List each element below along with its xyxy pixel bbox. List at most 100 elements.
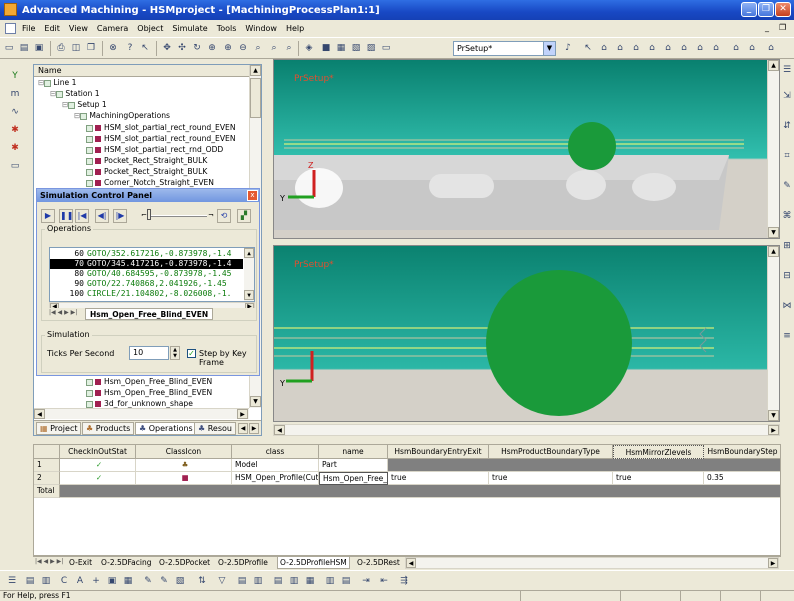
filter-f-icon[interactable]: ⌂ (678, 42, 690, 54)
grid-tool-icon[interactable]: ▣ (106, 575, 118, 587)
view-front-icon[interactable]: ■ (320, 42, 332, 54)
grid-tool-icon[interactable]: ▤ (272, 575, 284, 587)
mz-tool-icon[interactable]: m (9, 88, 21, 100)
grid-tool-icon[interactable]: ⇅ (196, 575, 208, 587)
tab-project[interactable]: ▦ Project (36, 422, 82, 435)
step-by-keyframe-checkbox[interactable]: ✓ (187, 349, 196, 358)
tree-item[interactable]: Hsm_Open_Free_Blind_EVEN (86, 377, 212, 387)
operation-row[interactable]: 90 GOTO/22.740868,2.041926,-1.45 (50, 279, 243, 289)
tab-scroll-right-icon[interactable]: ▶ (249, 423, 259, 434)
menu-view[interactable]: View (69, 24, 88, 33)
sheet-tab[interactable]: O-2.5DProfile (216, 557, 270, 569)
checkin-cell[interactable]: ✓ (60, 472, 136, 485)
restore-button[interactable]: ❐ (758, 2, 774, 17)
grid-tool-icon[interactable]: ▥ (288, 575, 300, 587)
tree-item[interactable]: HSM_slot_partial_rect_rnd_ODD (86, 145, 223, 155)
shading-icon[interactable]: ◈ (303, 42, 315, 54)
rewind-icon[interactable]: |◀ (75, 209, 89, 223)
tool-icon[interactable]: ⊟ (781, 270, 793, 282)
move-icon[interactable]: ✣ (176, 42, 188, 54)
sim-close-button[interactable]: x (247, 190, 258, 201)
path-tool-icon[interactable]: ∿ (9, 106, 21, 118)
menu-camera[interactable]: Camera (97, 24, 128, 33)
col-header[interactable]: HsmBoundaryStep (704, 445, 780, 459)
col-header[interactable]: HsmProductBoundaryType (489, 445, 613, 459)
menu-tools[interactable]: Tools (217, 24, 237, 33)
filter-h-icon[interactable]: ⌂ (710, 42, 722, 54)
binoculars-icon[interactable]: ⊗ (107, 42, 119, 54)
tab-operations[interactable]: ♣ Operations (135, 422, 197, 435)
chevron-down-icon[interactable]: ▼ (543, 42, 555, 55)
tree-item[interactable]: Pocket_Rect_Straight_BULK (86, 167, 207, 177)
scroll-thumb[interactable] (250, 78, 261, 118)
tool-icon[interactable]: ⌗ (781, 150, 793, 162)
scroll-right-icon[interactable]: ▶ (237, 409, 248, 419)
scroll-up-icon[interactable]: ▲ (244, 248, 254, 258)
close-button[interactable]: ✕ (775, 2, 791, 17)
scroll-up-icon[interactable]: ▲ (250, 65, 261, 76)
viewport-hscrollbar[interactable]: ◀ ▶ (273, 424, 780, 436)
grid-tool-icon[interactable]: ☰ (6, 575, 18, 587)
classicon-cell[interactable]: ♣ (136, 459, 232, 472)
tree-item[interactable]: Hsm_Open_Free_Blind_EVEN (86, 388, 212, 398)
operation-row[interactable]: 60 GOTO/352.617216,-0.873978,-1.4 (50, 249, 243, 259)
col-header[interactable]: name (319, 445, 388, 459)
view-menu-icon[interactable]: ▭ (380, 42, 392, 54)
help-icon[interactable]: ? (124, 42, 136, 54)
viewport-bottom[interactable]: PrSetup* Y ▲ ▼ (273, 245, 780, 422)
grid-hscrollbar[interactable]: ◀ ▶ (405, 557, 779, 569)
filter-j-icon[interactable]: ⌂ (746, 42, 758, 54)
copy-icon[interactable]: ❐ (85, 42, 97, 54)
ops-tab-nav-icon[interactable]: |◀ ◀ ▶ ▶| (49, 309, 77, 316)
mdi-minimize-button[interactable]: _ (765, 23, 769, 32)
filter-e-icon[interactable]: ⌂ (662, 42, 674, 54)
loop-icon[interactable]: ⟲ (217, 209, 231, 223)
grid-tool-icon[interactable]: ⇶ (398, 575, 410, 587)
tool-icon[interactable]: ≡ (781, 330, 793, 342)
grid-tool-icon[interactable]: ▦ (122, 575, 134, 587)
grid-tool-icon[interactable]: ▤ (236, 575, 248, 587)
tool-icon[interactable]: ☰ (781, 64, 793, 76)
scroll-left-icon[interactable]: ◀ (406, 558, 416, 568)
menu-object[interactable]: Object (137, 24, 163, 33)
col-header[interactable]: ClassIcon (136, 445, 232, 459)
tab-resources[interactable]: ♣ Resou (194, 422, 236, 435)
menu-edit[interactable]: Edit (44, 24, 60, 33)
tree-item[interactable]: Corner_Notch_Straight_EVEN (86, 178, 214, 188)
name-cell[interactable]: Part (319, 459, 388, 472)
frame-tool-icon[interactable]: ▭ (9, 160, 21, 172)
sheet-tab[interactable]: O-Exit (67, 557, 94, 569)
grid-tool-icon[interactable]: A (74, 575, 86, 587)
open-icon[interactable]: ▤ (18, 42, 30, 54)
menu-help[interactable]: Help (286, 24, 304, 33)
grid-tool-icon[interactable]: C (58, 575, 70, 587)
zoom-window-icon[interactable]: ⌕ (252, 42, 264, 54)
scroll-down-icon[interactable]: ▼ (768, 410, 779, 421)
operation-row[interactable]: 100 CIRCLE/21.104802,-8.026008,-1. (50, 289, 243, 299)
ops-tab[interactable]: Hsm_Open_Free_Blind_EVEN (85, 308, 214, 320)
vp2-scrollbar[interactable]: ▲ ▼ (767, 246, 779, 421)
entry-exit-cell[interactable]: true (388, 472, 489, 485)
menu-simulate[interactable]: Simulate (172, 24, 207, 33)
grid-tool-icon[interactable]: ✎ (158, 575, 170, 587)
filter-b-icon[interactable]: ⌂ (614, 42, 626, 54)
minimize-button[interactable]: _ (741, 2, 757, 17)
scroll-down-icon[interactable]: ▼ (768, 227, 779, 238)
ticks-input[interactable]: 10 (129, 346, 169, 360)
class-cell[interactable]: Model (232, 459, 319, 472)
filter-k-icon[interactable]: ⌂ (765, 42, 777, 54)
filter-c-icon[interactable]: ⌂ (630, 42, 642, 54)
col-header[interactable]: class (232, 445, 319, 459)
tree-item[interactable]: HSM_slot_partial_rect_round_EVEN (86, 123, 236, 133)
col-header[interactable]: HsmMirrorZlevels (613, 445, 704, 459)
view-side-icon[interactable]: ▧ (350, 42, 362, 54)
zoom-fit-icon[interactable]: ⌕ (268, 42, 280, 54)
checkin-cell[interactable]: ✓ (60, 459, 136, 472)
filter-i-icon[interactable]: ⌂ (730, 42, 742, 54)
view-iso-icon[interactable]: ▨ (365, 42, 377, 54)
select-icon[interactable]: ↖ (582, 42, 594, 54)
scroll-down-icon[interactable]: ▼ (244, 290, 254, 300)
scroll-right-icon[interactable]: ▶ (768, 425, 779, 435)
play-icon[interactable]: ▶ (41, 209, 55, 223)
grid-tool-icon[interactable]: ✎ (142, 575, 154, 587)
